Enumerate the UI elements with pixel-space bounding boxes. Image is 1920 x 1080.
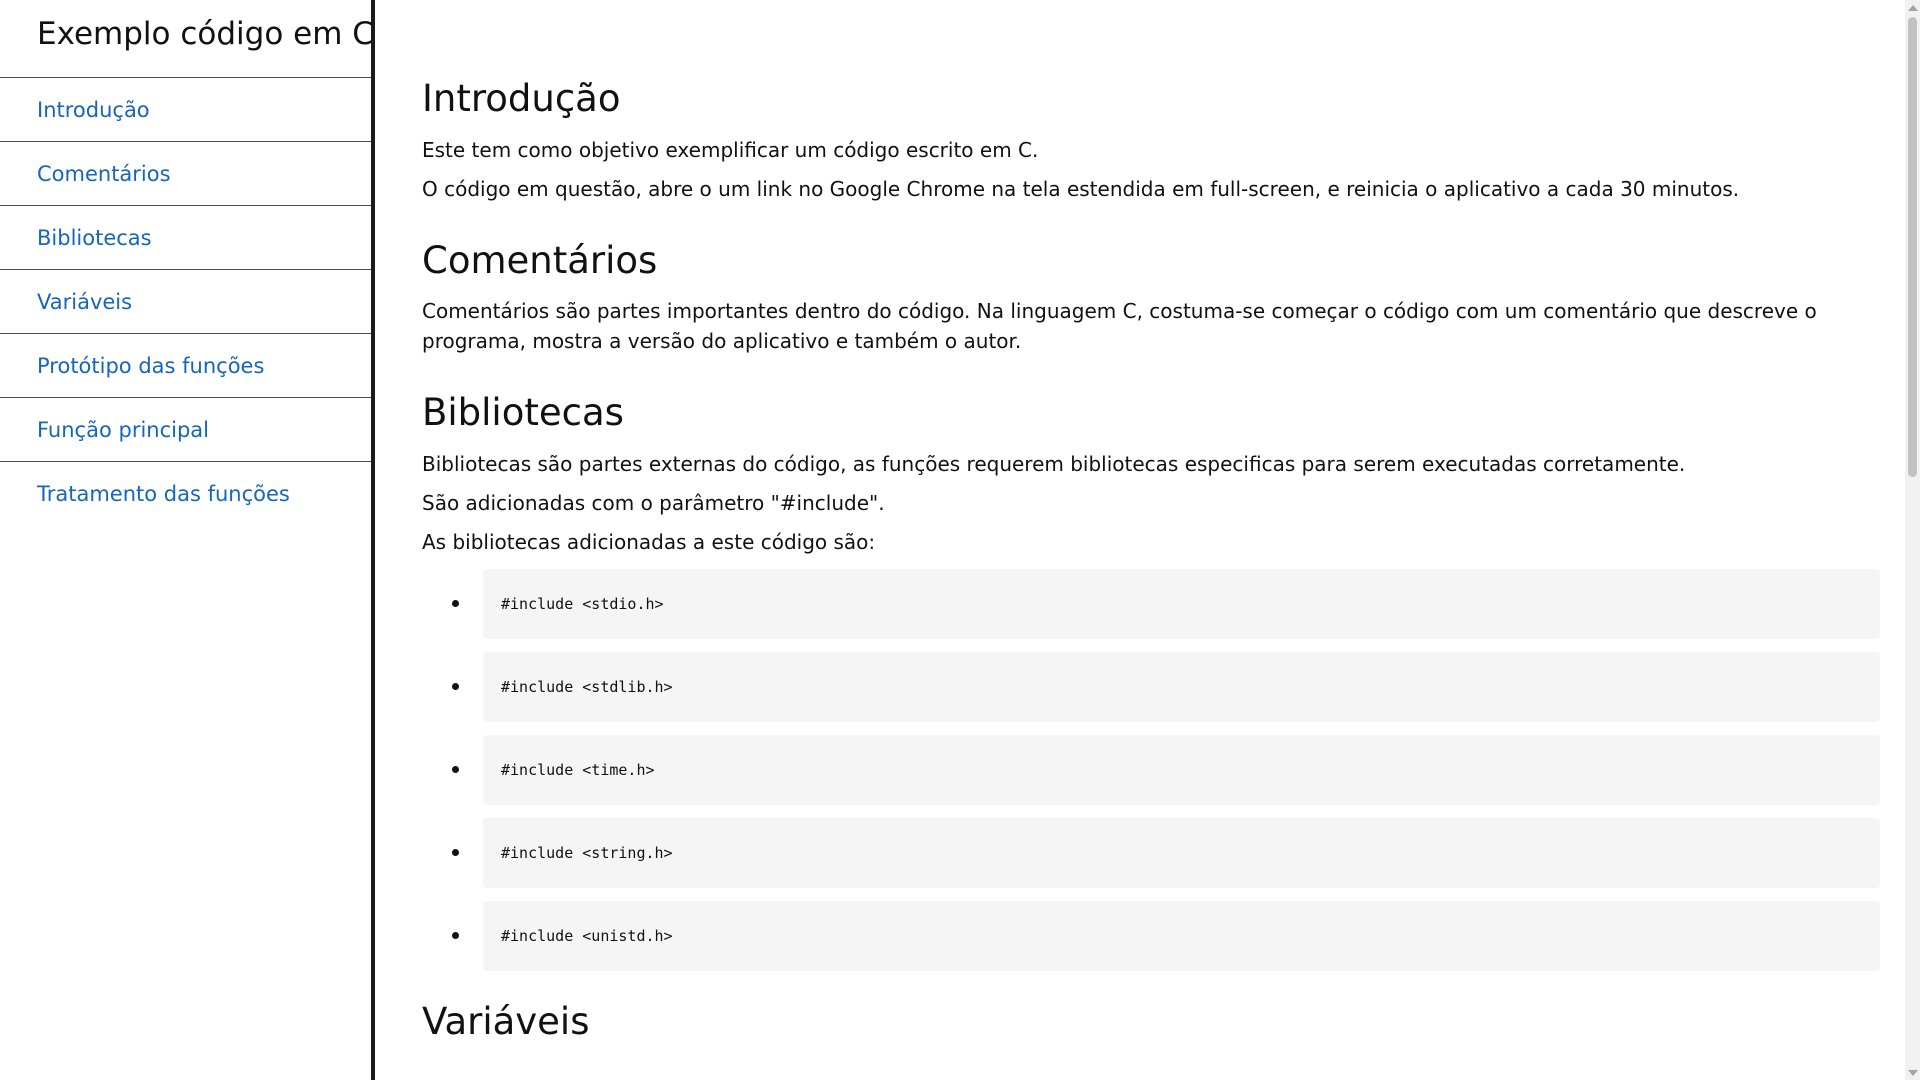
page-scrollbar[interactable] — [1905, 0, 1920, 1080]
bullet-icon — [452, 932, 459, 940]
nav-link-tratamento[interactable]: Tratamento das funções — [37, 482, 290, 506]
nav-link-comentarios[interactable]: Comentários — [37, 162, 171, 186]
section-introducao: Introdução Este tem como objetivo exempl… — [422, 77, 1880, 204]
nav-link-funcao-principal[interactable]: Função principal — [37, 418, 209, 442]
list-item: #include <stdio.h> — [452, 568, 1880, 639]
section-variaveis: Variáveis — [422, 999, 1880, 1044]
code-block: #include <unistd.h> — [483, 900, 1880, 971]
list-item: #include <stdlib.h> — [452, 651, 1880, 722]
sidebar-nav: Introdução Comentários Bibliotecas Variá… — [0, 78, 371, 526]
sidebar-title: Exemplo código em C — [0, 0, 374, 78]
sidebar: Exemplo código em C Introdução Comentári… — [0, 0, 375, 1080]
sidebar-item-introducao: Introdução — [0, 78, 371, 142]
list-item: #include <string.h> — [452, 817, 1880, 888]
section-title-variaveis: Variáveis — [422, 999, 590, 1043]
intro-paragraph-2: O código em questão, abre o um link no G… — [422, 176, 1740, 201]
code-block: #include <time.h> — [483, 734, 1880, 805]
code-block: #include <stdlib.h> — [483, 651, 1880, 722]
sidebar-item-variaveis: Variáveis — [0, 270, 371, 334]
scroll-up-icon[interactable] — [1905, 0, 1920, 15]
section-comentarios: Comentários Comentários são partes impor… — [422, 238, 1880, 357]
scroll-down-icon[interactable] — [1905, 1065, 1920, 1080]
sidebar-item-funcao-principal: Função principal — [0, 398, 371, 462]
scrollbar-thumb[interactable] — [1908, 17, 1917, 477]
sidebar-item-bibliotecas: Bibliotecas — [0, 206, 371, 270]
nav-link-introducao[interactable]: Introdução — [37, 98, 150, 122]
bullet-icon — [452, 849, 459, 857]
bullet-icon — [452, 683, 459, 691]
nav-link-prototipo[interactable]: Protótipo das funções — [37, 354, 264, 378]
nav-link-variaveis[interactable]: Variáveis — [37, 290, 132, 314]
bullet-icon — [452, 600, 459, 608]
list-item: #include <unistd.h> — [452, 900, 1880, 971]
nav-link-bibliotecas[interactable]: Bibliotecas — [37, 226, 152, 250]
include-list: #include <stdio.h> #include <stdlib.h> #… — [422, 568, 1880, 971]
section-bibliotecas: Bibliotecas Bibliotecas são partes exter… — [422, 392, 1880, 971]
libs-paragraph-2: São adicionadas com o parâmetro "#includ… — [422, 490, 885, 515]
sidebar-item-prototipo: Protótipo das funções — [0, 334, 371, 398]
libs-paragraph-1: Bibliotecas são partes externas do códig… — [422, 451, 1686, 476]
list-item: #include <time.h> — [452, 734, 1880, 805]
code-block: #include <stdio.h> — [483, 568, 1880, 639]
section-title-introducao: Introdução — [422, 77, 621, 120]
intro-paragraph-1: Este tem como objetivo exemplificar um c… — [422, 137, 1039, 162]
libs-paragraph-3: As bibliotecas adicionadas a este código… — [422, 529, 876, 554]
sidebar-item-tratamento: Tratamento das funções — [0, 462, 371, 526]
code-block: #include <string.h> — [483, 817, 1880, 888]
bullet-icon — [452, 766, 459, 774]
sidebar-item-comentarios: Comentários — [0, 142, 371, 206]
comments-paragraph-1: Comentários são partes importantes dentr… — [422, 299, 1817, 354]
section-title-comentarios: Comentários — [422, 238, 658, 282]
main-content: Introdução Este tem como objetivo exempl… — [379, 0, 1905, 1080]
section-title-bibliotecas: Bibliotecas — [422, 391, 624, 435]
